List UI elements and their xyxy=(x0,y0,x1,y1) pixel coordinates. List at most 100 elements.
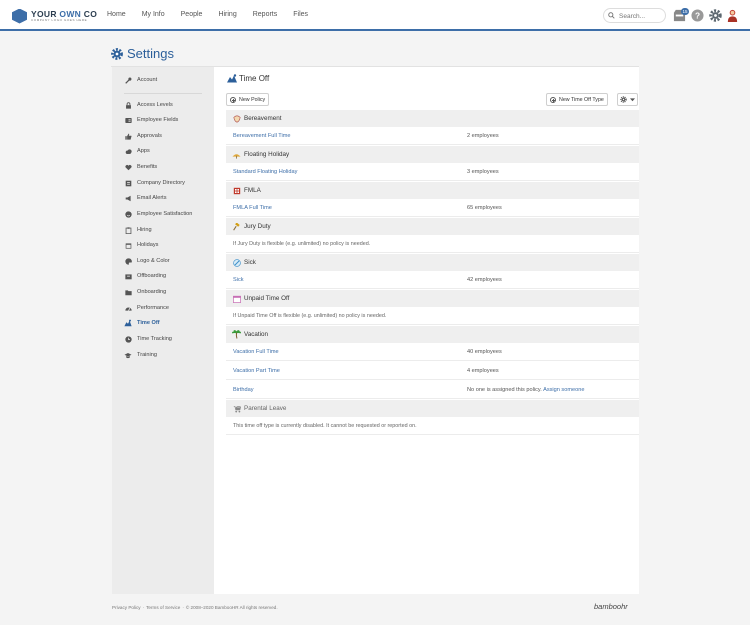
sidebar-item-logo-color[interactable]: Logo & Color xyxy=(124,256,170,266)
unpaid-icon xyxy=(232,295,241,303)
employee-count: 2 employees xyxy=(467,133,499,139)
policy-link[interactable]: FMLA Full Time xyxy=(233,205,272,211)
plus-circle-icon xyxy=(550,96,556,103)
nav-hiring[interactable]: Hiring xyxy=(218,11,236,18)
sidebar-item-email-alerts[interactable]: Email Alerts xyxy=(124,193,167,203)
user-avatar-icon[interactable] xyxy=(726,9,739,22)
heart-icon xyxy=(124,164,132,170)
table-row: If Unpaid Time Off is flexible (e.g. unl… xyxy=(226,307,639,325)
svg-text:?: ? xyxy=(695,10,700,20)
employee-count: 40 employees xyxy=(467,349,502,355)
settings-sidebar: Account Access Levels Employee Fields Ap… xyxy=(112,67,214,594)
sidebar-item-approvals[interactable]: Approvals xyxy=(124,131,162,141)
settings-gear-icon[interactable] xyxy=(709,9,722,22)
plus-circle-icon xyxy=(230,96,236,103)
gavel-icon xyxy=(232,222,240,230)
sidebar-item-benefits[interactable]: Benefits xyxy=(124,162,157,172)
sidebar-item-apps[interactable]: Apps xyxy=(124,146,150,156)
sidebar-item-access-levels[interactable]: Access Levels xyxy=(124,100,173,110)
directory-icon xyxy=(125,180,131,186)
clock-icon xyxy=(124,335,132,343)
inbox-count-badge: 15 xyxy=(681,8,689,15)
sidebar-item-account[interactable]: Account xyxy=(124,75,157,85)
nav-people[interactable]: People xyxy=(181,11,203,18)
logo-shield-icon xyxy=(12,8,27,24)
settings-heading: Settings xyxy=(111,46,174,61)
gear-icon xyxy=(111,47,123,60)
caret-down-icon xyxy=(630,97,635,101)
table-row: If Jury Duty is flexible (e.g. unlimited… xyxy=(226,235,639,253)
copyright-text: © 2008–2020 BambooHR All rights reserved… xyxy=(185,605,278,610)
sidebar-item-hiring[interactable]: Hiring xyxy=(124,225,152,235)
sick-icon xyxy=(232,258,241,267)
sidebar-item-training[interactable]: Training xyxy=(124,350,157,360)
company-logo[interactable]: YOUR OWN CO COMPANY LOGO GOES HERE xyxy=(12,8,97,24)
footer: Privacy Policy · Terms of Service · © 2008–2… xyxy=(112,605,278,610)
sidebar-item-time-off[interactable]: Time Off xyxy=(124,318,160,328)
policy-note: This time off type is currently disabled… xyxy=(233,423,417,429)
section-unpaid-time-off: Unpaid Time Off xyxy=(226,290,639,307)
sidebar-item-company-directory[interactable]: Company Directory xyxy=(124,178,185,188)
sidebar-item-holidays[interactable]: Holidays xyxy=(124,240,158,250)
table-row: Vacation Full Time 40 employees xyxy=(226,343,639,361)
table-row: Sick 42 employees xyxy=(226,271,639,289)
thumbs-up-icon xyxy=(124,133,132,140)
table-row: This time off type is currently disabled… xyxy=(226,417,639,435)
new-time-off-type-button[interactable]: New Time Off Type xyxy=(546,93,608,106)
bamboohr-logo: bamboohr xyxy=(594,602,628,611)
nav-home[interactable]: Home xyxy=(107,11,126,18)
nav-files[interactable]: Files xyxy=(293,11,308,18)
bereavement-icon xyxy=(232,115,241,122)
id-card-icon xyxy=(124,117,132,123)
search-box[interactable] xyxy=(603,8,666,23)
nav-reports[interactable]: Reports xyxy=(253,11,278,18)
search-input[interactable] xyxy=(619,11,663,21)
sidebar-item-performance[interactable]: Performance xyxy=(124,303,169,313)
help-icon[interactable]: ? xyxy=(691,9,704,22)
section-jury-duty: Jury Duty xyxy=(226,218,639,235)
floating-icon xyxy=(232,153,241,159)
privacy-policy-link[interactable]: Privacy Policy xyxy=(112,605,141,610)
employee-count: No one is assigned this policy. Assign s… xyxy=(467,387,585,393)
section-bereavement: Bereavement xyxy=(226,110,639,127)
employee-count: 3 employees xyxy=(467,169,499,175)
employee-count: 65 employees xyxy=(467,205,502,211)
policy-link[interactable]: Vacation Full Time xyxy=(233,349,279,355)
sidebar-item-employee-fields[interactable]: Employee Fields xyxy=(124,115,178,125)
nav-my-info[interactable]: My Info xyxy=(142,11,165,18)
gear-icon xyxy=(620,96,627,103)
table-row: Standard Floating Holiday 3 employees xyxy=(226,163,639,181)
table-row: Vacation Part Time 4 employees xyxy=(226,362,639,380)
section-floating-holiday: Floating Holiday xyxy=(226,146,639,163)
policy-note: If Unpaid Time Off is flexible (e.g. unl… xyxy=(233,313,387,319)
table-row: Birthday No one is assigned this policy.… xyxy=(226,381,639,399)
section-parental-leave: Parental Leave xyxy=(226,400,639,417)
new-policy-button[interactable]: New Policy xyxy=(226,93,270,106)
top-navigation-bar: YOUR OWN CO COMPANY LOGO GOES HERE Home … xyxy=(0,0,750,31)
search-icon xyxy=(608,12,615,19)
terms-of-service-link[interactable]: Terms of Service xyxy=(146,605,180,610)
wrench-icon xyxy=(124,77,131,84)
time-off-icon xyxy=(227,74,237,83)
policy-link[interactable]: Standard Floating Holiday xyxy=(233,169,297,175)
assign-someone-link[interactable]: Assign someone xyxy=(543,387,584,393)
policy-link[interactable]: Sick xyxy=(233,277,244,283)
clipboard-icon xyxy=(125,226,131,234)
section-fmla: FMLA xyxy=(226,182,639,199)
settings-dropdown-button[interactable] xyxy=(617,93,638,106)
lock-icon xyxy=(125,101,131,109)
policy-link[interactable]: Vacation Part Time xyxy=(233,368,280,374)
graduation-cap-icon xyxy=(124,352,132,358)
sidebar-item-employee-satisfaction[interactable]: Employee Satisfaction xyxy=(124,209,192,219)
time-off-icon xyxy=(124,319,132,327)
policy-link[interactable]: Birthday xyxy=(233,387,254,393)
sidebar-divider xyxy=(124,93,202,94)
gauge-icon xyxy=(124,306,132,311)
section-sick: Sick xyxy=(226,254,639,271)
sidebar-item-time-tracking[interactable]: Time Tracking xyxy=(124,334,172,344)
policy-link[interactable]: Bereavement Full Time xyxy=(233,133,291,139)
table-row: Bereavement Full Time 2 employees xyxy=(226,127,639,145)
sidebar-item-onboarding[interactable]: Onboarding xyxy=(124,287,166,297)
sidebar-item-offboarding[interactable]: Offboarding xyxy=(124,271,166,281)
calendar-icon xyxy=(125,242,131,249)
